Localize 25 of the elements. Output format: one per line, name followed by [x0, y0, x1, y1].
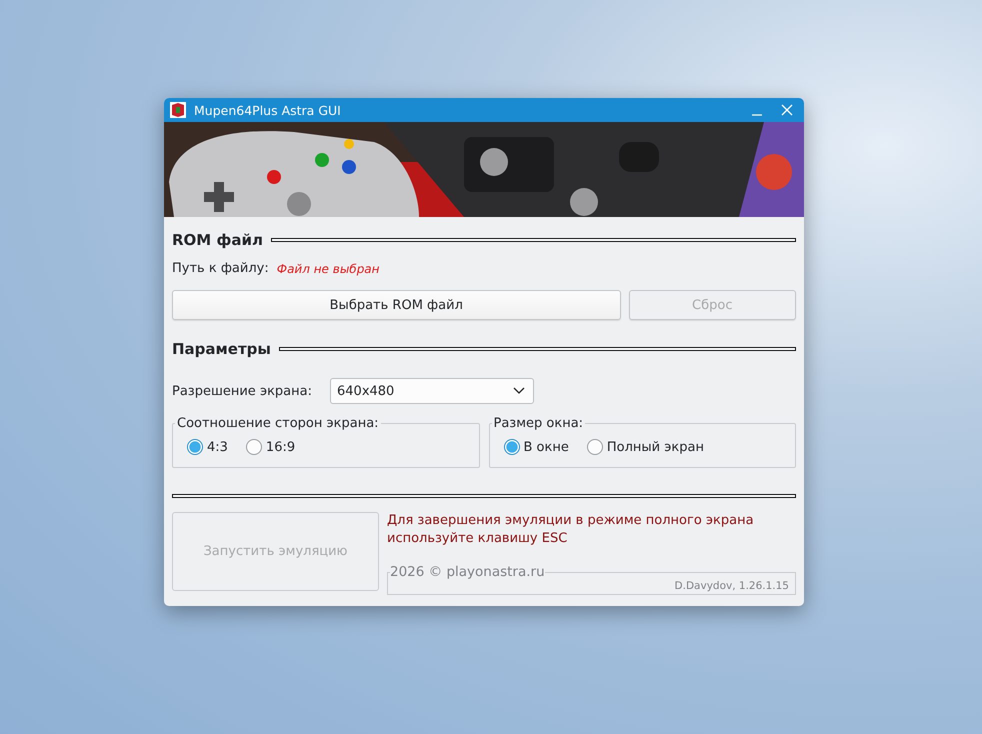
path-label: Путь к файлу: — [172, 261, 269, 276]
copyright-text: 2026 © playonastra.ru — [390, 564, 545, 580]
radio-option[interactable]: 16:9 — [246, 439, 296, 455]
radio-option[interactable]: 4:3 — [187, 439, 228, 455]
close-icon — [781, 104, 793, 116]
window-title: Mupen64Plus Astra GUI — [194, 102, 342, 118]
app-icon — [170, 102, 186, 118]
section-title: Параметры — [172, 340, 271, 358]
option-label: 4:3 — [207, 440, 228, 454]
option-label: В окне — [524, 440, 569, 454]
group-title: Соотношение сторон экрана: — [176, 416, 380, 431]
radio-option[interactable]: В окне — [504, 439, 569, 455]
option-label: 16:9 — [266, 440, 296, 454]
path-value: Файл не выбран — [276, 262, 380, 276]
chevron-down-icon — [513, 387, 525, 395]
section-title: ROM файл — [172, 231, 263, 249]
radio-option[interactable]: Полный экран — [586, 439, 704, 455]
resolution-dropdown[interactable]: 640x480 — [330, 378, 534, 404]
group-title: Размер окна: — [492, 416, 584, 431]
resolution-label: Разрешение экрана: — [172, 384, 312, 398]
version-text: D.Davydov, 1.26.1.15 — [674, 580, 789, 592]
notice-text: Для завершения эмуляции в режиме полного экрана используйте клавишу ESC — [387, 512, 755, 548]
option-label: Полный экран — [606, 440, 704, 454]
minimize-icon — [751, 114, 763, 116]
choose-file-button[interactable]: Выбрать ROM файл — [172, 290, 621, 320]
